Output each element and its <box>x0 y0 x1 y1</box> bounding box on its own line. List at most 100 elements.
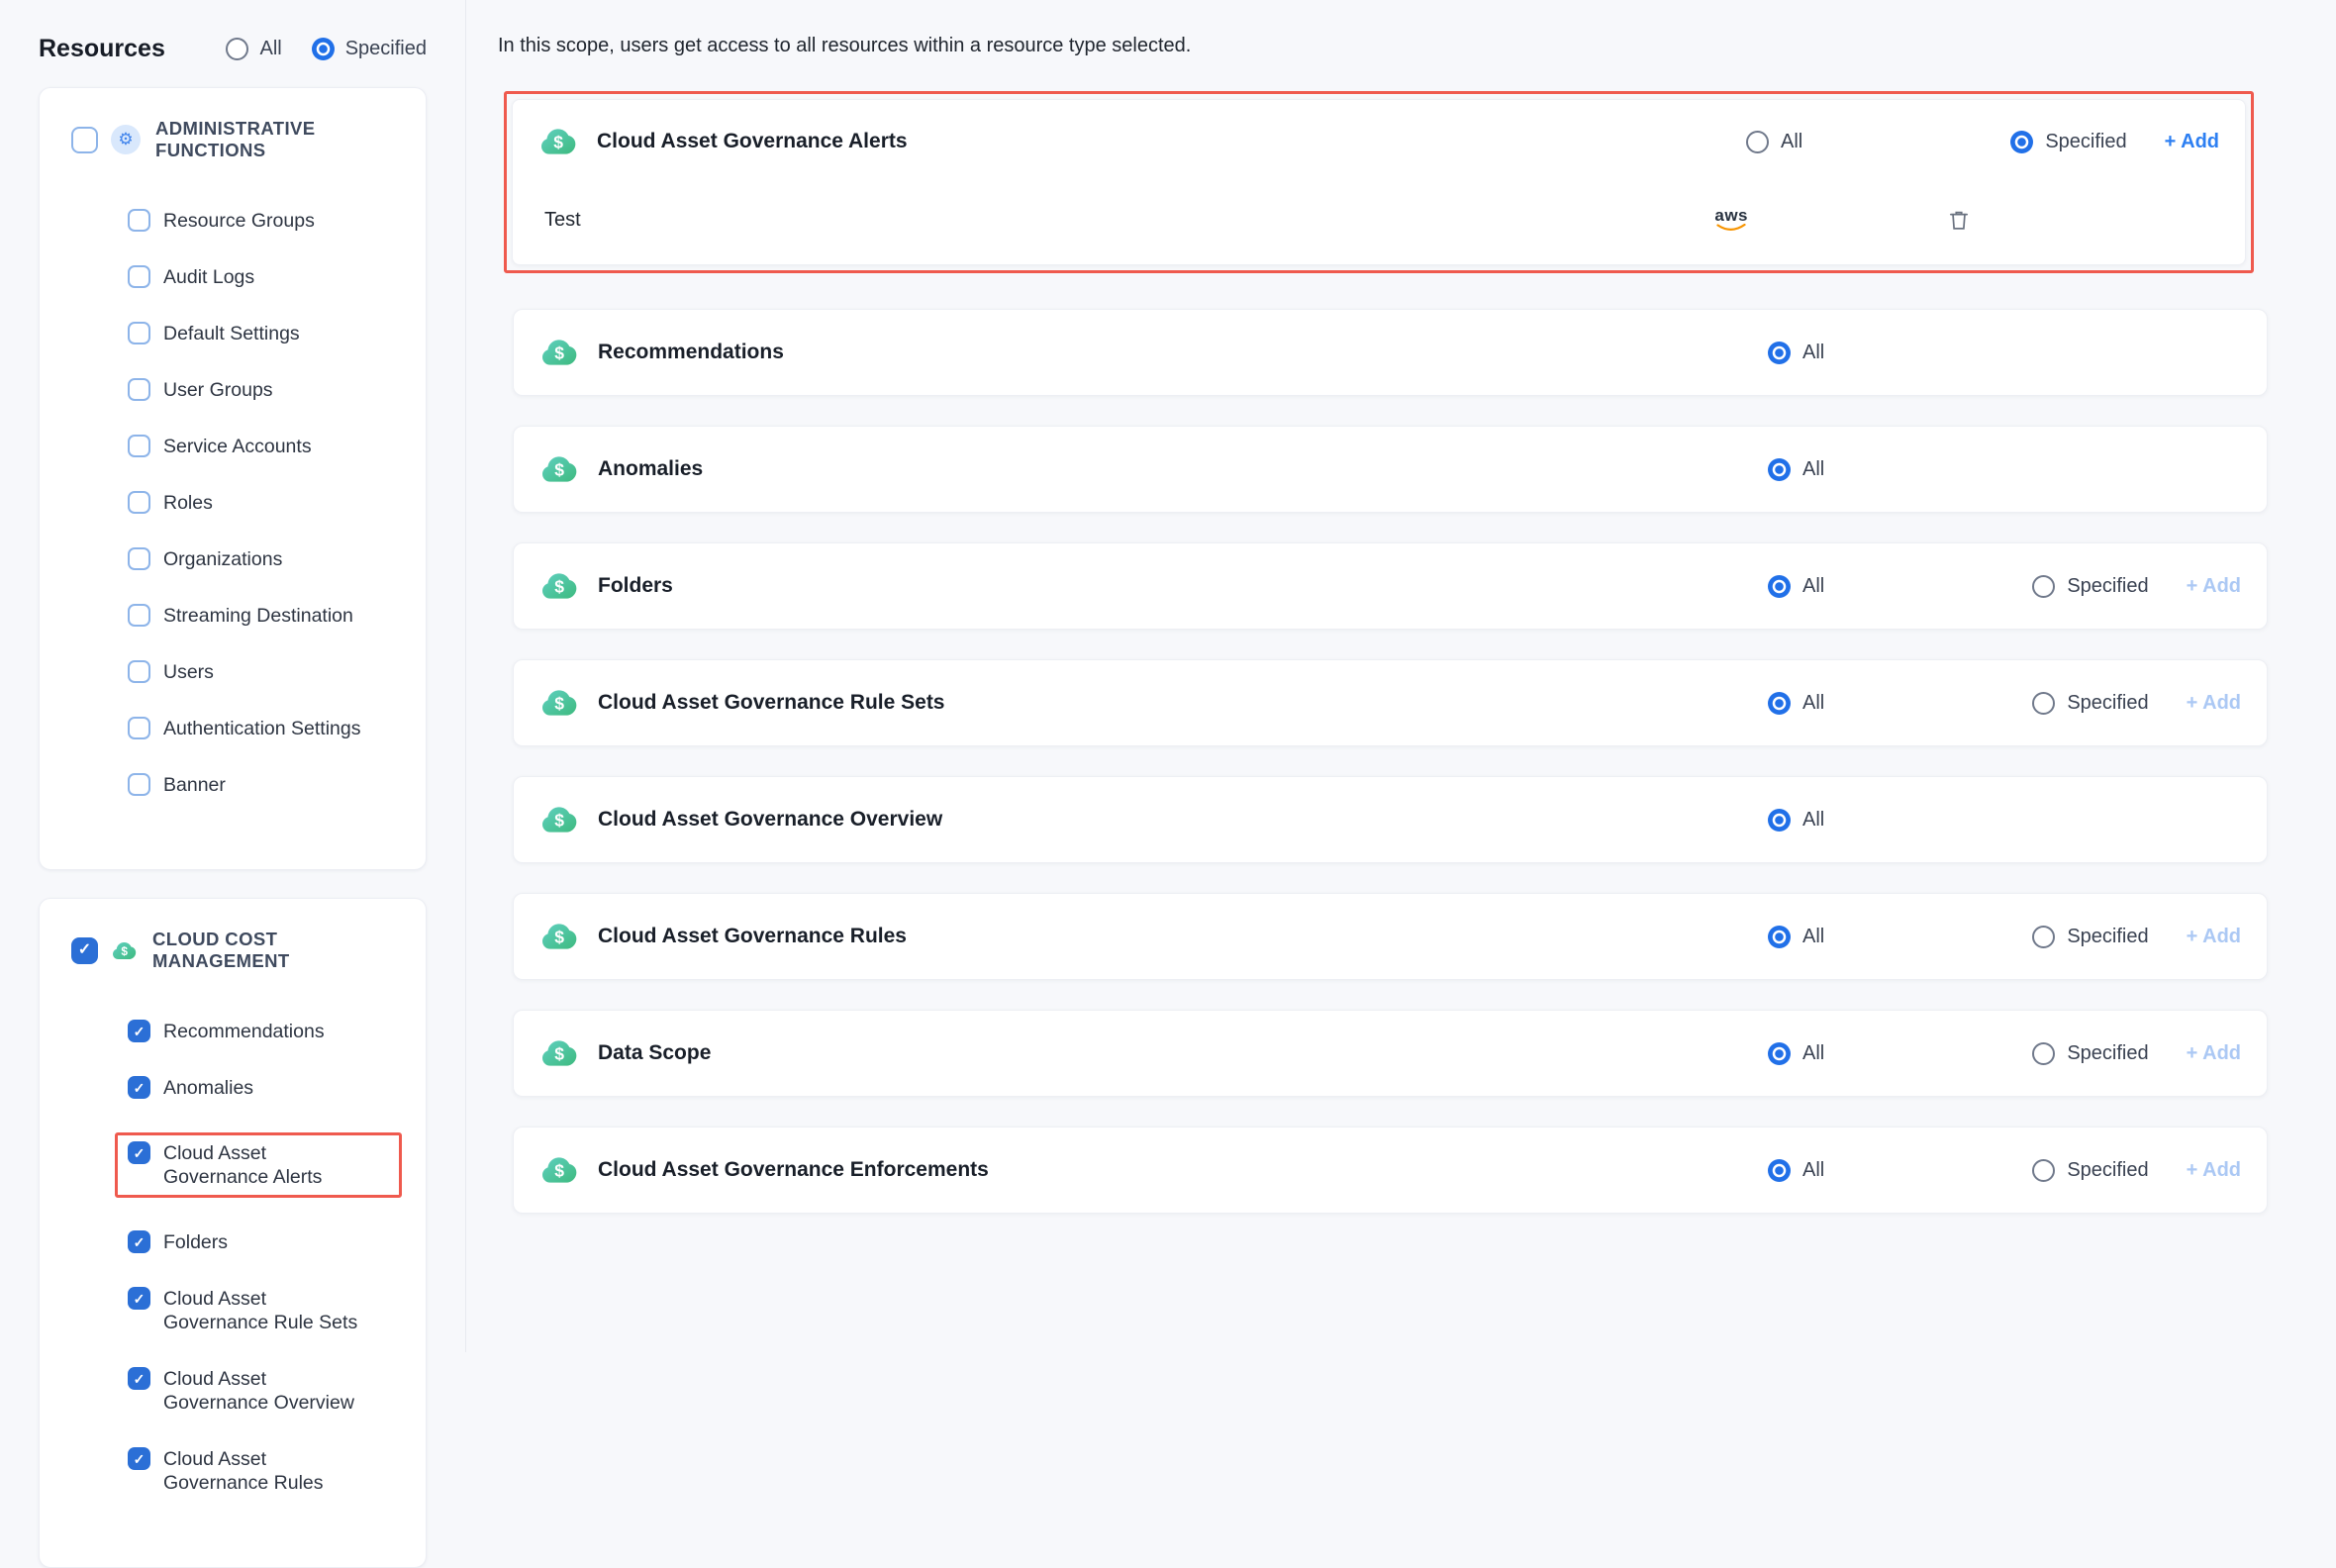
item-label: Recommendations <box>163 1020 325 1043</box>
radio-label: All <box>1802 458 1824 481</box>
radio-icon[interactable] <box>1768 809 1791 832</box>
row-left: Cloud Asset Governance Enforcements <box>539 1150 989 1190</box>
sidebar-item[interactable]: User Groups <box>128 378 408 402</box>
radio-icon[interactable] <box>1768 1159 1791 1182</box>
radio-all[interactable]: All <box>1768 809 1824 832</box>
sidebar-item[interactable]: Audit Logs <box>128 265 408 289</box>
radio-icon[interactable] <box>1768 692 1791 715</box>
item-checkbox[interactable] <box>128 1230 150 1253</box>
radio-all[interactable]: All <box>1768 692 1824 715</box>
item-checkbox[interactable] <box>128 378 150 401</box>
sidebar-item[interactable]: Cloud Asset Governance Rules <box>128 1447 408 1495</box>
sidebar-item[interactable]: Users <box>128 660 408 684</box>
sidebar-item[interactable]: Cloud Asset Governance Overview <box>128 1367 408 1415</box>
radio-label: Specified <box>345 38 427 60</box>
section-label: CLOUD COST MANAGEMENT <box>152 929 408 972</box>
item-checkbox[interactable] <box>128 660 150 683</box>
radio-specified[interactable]: Specified <box>2010 131 2126 153</box>
item-checkbox[interactable] <box>128 1076 150 1099</box>
item-label: Default Settings <box>163 322 300 345</box>
add-button[interactable]: + Add <box>2187 1159 2241 1182</box>
radio-icon[interactable] <box>1768 575 1791 598</box>
item-checkbox[interactable] <box>128 604 150 627</box>
delete-icon[interactable] <box>1946 207 1972 233</box>
radio-icon[interactable] <box>1768 1042 1791 1065</box>
sidebar-item[interactable]: Service Accounts <box>128 435 408 458</box>
resource-row-title: Folders <box>598 574 673 598</box>
radio-icon[interactable] <box>1768 458 1791 481</box>
radio-all[interactable]: All <box>1768 342 1824 364</box>
section-checkbox[interactable] <box>71 127 98 153</box>
add-button[interactable]: + Add <box>2187 1042 2241 1065</box>
radio-specified[interactable]: Specified <box>2032 1042 2148 1065</box>
item-label: Authentication Settings <box>163 717 360 740</box>
resource-row: Anomalies All <box>513 426 2268 513</box>
row-left: Data Scope <box>539 1033 711 1073</box>
add-button[interactable]: + Add <box>2187 575 2241 598</box>
sidebar-item[interactable]: Roles <box>128 491 408 515</box>
radio-icon[interactable] <box>1768 342 1791 364</box>
sidebar-item-highlighted[interactable]: Cloud Asset Governance Alerts <box>115 1132 402 1198</box>
item-label: Service Accounts <box>163 435 312 458</box>
radio-icon[interactable] <box>2032 1042 2055 1065</box>
sidebar-item[interactable]: Default Settings <box>128 322 408 345</box>
resources-scope-specified[interactable]: Specified <box>312 38 427 60</box>
sidebar-item[interactable]: Recommendations <box>128 1020 408 1043</box>
item-checkbox[interactable] <box>128 1367 150 1390</box>
item-checkbox[interactable] <box>128 717 150 739</box>
cloud-dollar-icon <box>539 333 579 372</box>
row-controls: All <box>1768 458 2241 481</box>
radio-all[interactable]: All <box>1768 1159 1824 1182</box>
radio-icon[interactable] <box>2032 575 2055 598</box>
sidebar-item[interactable]: Cloud Asset Governance Rule Sets <box>128 1287 408 1334</box>
add-button[interactable]: + Add <box>2187 926 2241 948</box>
cloud-dollar-icon <box>539 917 579 956</box>
radio-all[interactable]: All <box>1768 575 1824 598</box>
add-button[interactable]: + Add <box>2165 131 2219 153</box>
radio-all[interactable]: All <box>1768 458 1824 481</box>
item-checkbox[interactable] <box>128 1020 150 1042</box>
item-checkbox[interactable] <box>128 265 150 288</box>
radio-specified[interactable]: Specified <box>2032 926 2148 948</box>
item-checkbox[interactable] <box>128 547 150 570</box>
item-label: Folders <box>163 1230 228 1254</box>
cloud-dollar-icon <box>539 1150 579 1190</box>
item-checkbox[interactable] <box>128 322 150 344</box>
sidebar-item[interactable]: Organizations <box>128 547 408 571</box>
radio-label: All <box>259 38 281 60</box>
radio-icon[interactable] <box>1746 131 1769 153</box>
sidebar-item[interactable]: Authentication Settings <box>128 717 408 740</box>
radio-icon[interactable] <box>2032 692 2055 715</box>
sidebar-item[interactable]: Banner <box>128 773 408 797</box>
radio-all[interactable]: All <box>1768 1042 1824 1065</box>
sidebar-item[interactable]: Resource Groups <box>128 209 408 233</box>
radio-icon[interactable] <box>312 38 335 60</box>
sidebar-item[interactable]: Streaming Destination <box>128 604 408 628</box>
radio-specified[interactable]: Specified <box>2032 575 2148 598</box>
sidebar-item[interactable]: Folders <box>128 1230 408 1254</box>
radio-all[interactable]: All <box>1746 131 1802 153</box>
item-checkbox[interactable] <box>128 773 150 796</box>
item-label: Cloud Asset Governance Rules <box>163 1447 369 1495</box>
radio-icon[interactable] <box>226 38 248 60</box>
cloud-dollar-icon <box>111 937 138 964</box>
sidebar-item[interactable]: Anomalies <box>128 1076 408 1100</box>
item-checkbox[interactable] <box>128 1141 150 1164</box>
section-items-ccm: Recommendations Anomalies Cloud Asset Go… <box>71 1020 408 1495</box>
radio-icon[interactable] <box>2010 131 2033 153</box>
radio-icon[interactable] <box>2032 926 2055 948</box>
section-label: ADMINISTRATIVE FUNCTIONS <box>155 118 408 161</box>
radio-specified[interactable]: Specified <box>2032 692 2148 715</box>
radio-all[interactable]: All <box>1768 926 1824 948</box>
item-checkbox[interactable] <box>128 1447 150 1470</box>
radio-icon[interactable] <box>1768 926 1791 948</box>
item-checkbox[interactable] <box>128 435 150 457</box>
radio-icon[interactable] <box>2032 1159 2055 1182</box>
section-checkbox[interactable] <box>71 937 98 964</box>
item-checkbox[interactable] <box>128 491 150 514</box>
radio-specified[interactable]: Specified <box>2032 1159 2148 1182</box>
item-checkbox[interactable] <box>128 1287 150 1310</box>
add-button[interactable]: + Add <box>2187 692 2241 715</box>
resources-scope-all[interactable]: All <box>226 38 281 60</box>
item-checkbox[interactable] <box>128 209 150 232</box>
